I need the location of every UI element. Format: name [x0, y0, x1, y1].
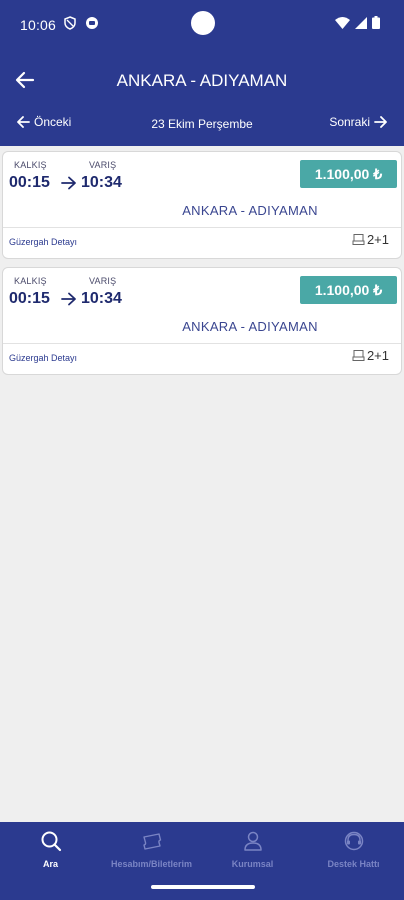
search-icon	[41, 831, 61, 852]
nav-label: Ara	[42, 859, 58, 869]
seat-icon	[352, 350, 365, 361]
arrival-time: 10:34	[81, 290, 122, 307]
app-notification-icon	[86, 17, 98, 29]
route-detail-link[interactable]: Güzergah Detayı	[9, 353, 77, 363]
arrow-right-icon	[61, 292, 76, 306]
battery-icon	[372, 16, 380, 29]
card-divider	[3, 227, 401, 228]
nav-label: Hesabım/Biletlerim	[110, 859, 193, 869]
price-badge[interactable]: 1.100,00 ₺	[300, 276, 397, 304]
top-header: 10:06 ANKARA - ADIYAMAN Önceki 23 Ekim P…	[0, 0, 404, 146]
arrival-time: 10:34	[81, 174, 122, 191]
nav-item-support-line[interactable]: Destek Hattı	[303, 830, 404, 869]
trip-card[interactable]: KALKIŞ VARIŞ 00:15 10:34 1.100,00 ₺ ANKA…	[2, 151, 402, 259]
next-day-label: Sonraki	[329, 115, 370, 129]
departure-label: KALKIŞ	[14, 160, 47, 170]
seat-layout-value: 2+1	[366, 232, 389, 247]
system-icons	[335, 16, 380, 29]
arrow-right-icon	[374, 116, 387, 128]
user-icon	[243, 831, 262, 851]
app-bar: ANKARA - ADIYAMAN	[0, 56, 404, 106]
trip-card[interactable]: KALKIŞ VARIŞ 00:15 10:34 1.100,00 ₺ ANKA…	[2, 267, 402, 375]
date-navigation: Önceki 23 Ekim Perşembe Sonraki	[0, 110, 404, 138]
next-day-button[interactable]: Sonraki	[329, 115, 388, 129]
nav-label: Kurumsal	[231, 859, 274, 869]
route-detail-link[interactable]: Güzergah Detayı	[9, 237, 77, 247]
nav-item-account-tickets[interactable]: Hesabım/Biletlerim	[101, 830, 202, 869]
status-bar: 10:06	[0, 0, 404, 48]
wifi-icon	[335, 17, 350, 29]
nav-item-corporate[interactable]: Kurumsal	[202, 830, 303, 869]
status-time: 10:06	[20, 17, 57, 33]
location-icon	[64, 16, 76, 30]
trip-route: ANKARA - ADIYAMAN	[182, 319, 318, 334]
seat-layout: 2+1	[352, 232, 389, 247]
seat-icon	[352, 234, 365, 245]
departure-label: KALKIŞ	[14, 276, 47, 286]
page-title: ANKARA - ADIYAMAN	[116, 71, 288, 90]
seat-layout-value: 2+1	[366, 348, 389, 363]
arrival-label: VARIŞ	[89, 276, 117, 286]
arrow-right-icon	[61, 176, 76, 190]
seat-layout: 2+1	[352, 348, 389, 363]
card-divider	[3, 343, 401, 344]
departure-time: 00:15	[9, 174, 50, 191]
signal-icon	[355, 16, 367, 29]
trip-route: ANKARA - ADIYAMAN	[182, 203, 318, 218]
departure-time: 00:15	[9, 290, 50, 307]
nav-item-search[interactable]: Ara	[0, 830, 101, 869]
price-badge[interactable]: 1.100,00 ₺	[300, 160, 397, 188]
ticket-icon	[142, 833, 161, 850]
home-indicator[interactable]	[151, 885, 255, 889]
arrival-label: VARIŞ	[89, 160, 117, 170]
bottom-navigation: Ara Hesabım/Biletlerim Kurumsal Destek H…	[0, 822, 404, 900]
camera-cutout	[191, 11, 215, 35]
support-icon	[344, 831, 363, 851]
nav-label: Destek Hattı	[327, 859, 380, 869]
